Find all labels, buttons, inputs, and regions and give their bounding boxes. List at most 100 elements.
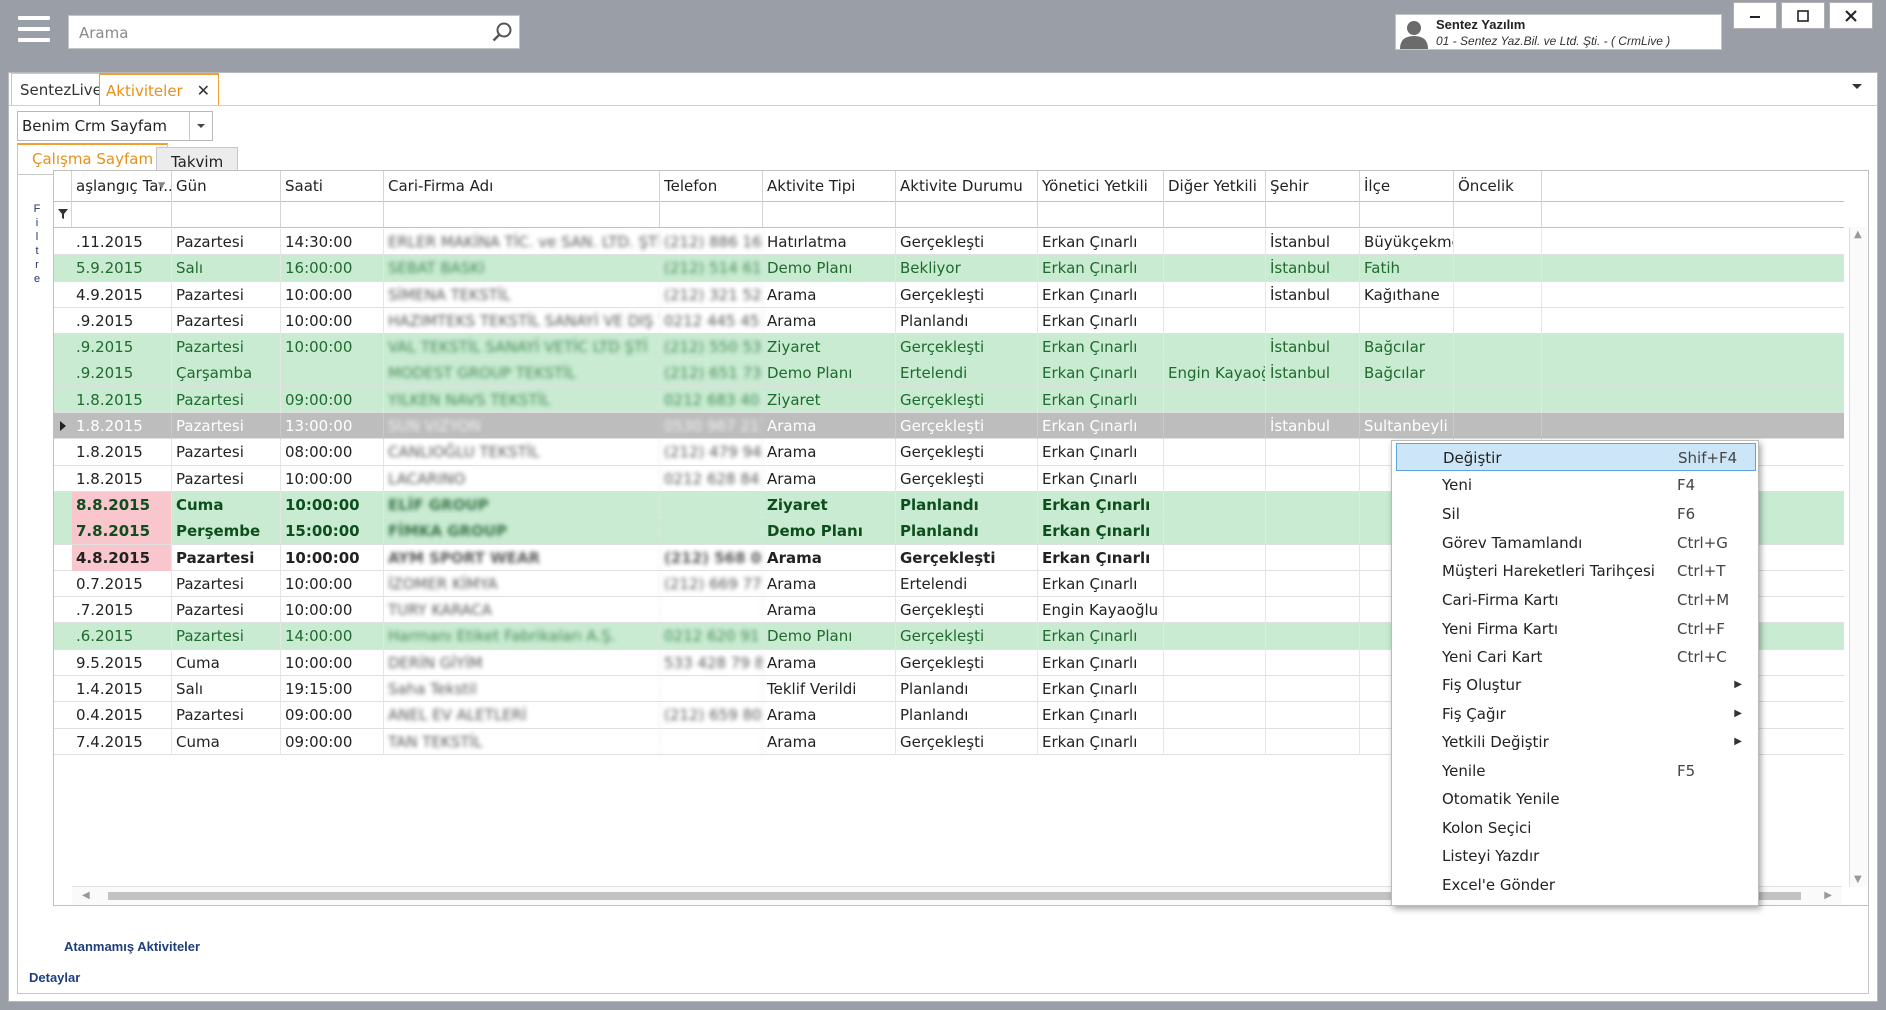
menu-item[interactable]: Cari-Firma Kartı Ctrl+M	[1396, 586, 1756, 614]
menu-item[interactable]: Kolon Seçici	[1396, 814, 1756, 842]
row-indicator[interactable]	[54, 387, 72, 413]
row-indicator[interactable]	[54, 334, 72, 360]
unassigned-activities-link[interactable]: Atanmamış Aktiviteler	[64, 939, 200, 954]
column-header[interactable]: Diğer Yetkili	[1164, 171, 1266, 201]
menu-item[interactable]: Sil F6	[1396, 500, 1756, 528]
table-cell: Arama	[763, 597, 896, 624]
column-filter-cell[interactable]	[1038, 201, 1164, 227]
row-indicator[interactable]	[54, 360, 72, 386]
column-filter-cell[interactable]	[384, 201, 660, 227]
table-row[interactable]: .11.2015 Pazartesi 14:30:00 ERLER MAKİNA Tİ…	[54, 229, 1844, 256]
menu-item[interactable]: Listeyi Yazdır	[1396, 842, 1756, 870]
menu-item[interactable]: Yenile F5	[1396, 757, 1756, 785]
table-row[interactable]: 4.9.2015 Pazartesi 10:00:00 SİMENA TEKSTİL(…	[54, 281, 1844, 308]
menu-item[interactable]: Yetkili Değiştir ▶	[1396, 728, 1756, 756]
sort-desc-icon[interactable]: ▼	[158, 171, 165, 201]
vertical-scrollbar[interactable]: ▲ ▼	[1849, 227, 1868, 887]
search-box[interactable]	[68, 15, 520, 49]
column-header[interactable]: Şehir	[1266, 171, 1360, 201]
row-indicator[interactable]	[54, 492, 72, 518]
table-cell: 16:00:00	[281, 255, 384, 282]
table-cell: Erkan Çınarlı	[1038, 465, 1164, 492]
menu-item[interactable]: Fiş Oluştur ▶	[1396, 671, 1756, 699]
row-indicator[interactable]	[54, 729, 72, 755]
table-row[interactable]: 5.9.2015 Salı 16:00:00 SEBAT BASKI (212) 514…	[54, 255, 1844, 282]
table-cell: 8.8.2015	[72, 491, 172, 518]
column-filter-cell[interactable]	[660, 201, 763, 227]
hamburger-menu-icon[interactable]	[18, 16, 50, 48]
row-indicator[interactable]	[54, 571, 72, 597]
scroll-down-icon[interactable]: ▼	[1854, 874, 1862, 885]
row-indicator[interactable]	[54, 439, 72, 465]
page-selector[interactable]: Benim Crm Sayfam	[17, 111, 213, 141]
column-filter-cell[interactable]	[281, 201, 384, 227]
close-tab-icon[interactable]: ✕	[197, 75, 210, 107]
user-info[interactable]: Sentez Yazılım 01 - Sentez Yaz.Bil. ve L…	[1395, 14, 1722, 50]
row-indicator[interactable]	[54, 229, 72, 255]
column-filter-cell[interactable]	[763, 201, 896, 227]
column-filter-cell[interactable]	[172, 201, 281, 227]
column-header[interactable]: Cari-Firma Adı	[384, 171, 660, 201]
column-filter-cell[interactable]	[1164, 201, 1266, 227]
table-row[interactable]: 1.8.2015 Pazartesi 09:00:00 YILKEN NAVS TEK…	[54, 386, 1844, 414]
column-filter-cell[interactable]	[72, 201, 172, 227]
row-indicator[interactable]	[54, 518, 72, 544]
maximize-button[interactable]	[1781, 2, 1825, 29]
search-icon[interactable]	[491, 21, 513, 43]
row-indicator[interactable]	[54, 676, 72, 702]
menu-item[interactable]: Otomatik Yenile	[1396, 785, 1756, 813]
row-indicator-arrow-icon[interactable]	[54, 413, 72, 439]
row-indicator[interactable]	[54, 623, 72, 649]
close-window-button[interactable]	[1829, 2, 1873, 29]
column-header[interactable]: aşlangıç Tar... ▼	[72, 171, 172, 201]
table-row[interactable]: .9.2015 Pazartesi 10:00:00 VAL TEKSTİL SANA…	[54, 334, 1844, 361]
column-header[interactable]: Telefon	[660, 171, 763, 201]
menu-item[interactable]: Yeni Cari Kart Ctrl+C	[1396, 643, 1756, 671]
column-header[interactable]: Saati	[281, 171, 384, 201]
minimize-button[interactable]	[1733, 2, 1777, 29]
column-header[interactable]: İlçe	[1360, 171, 1454, 201]
menu-item[interactable]: Müşteri Hareketleri Tarihçesi Ctrl+T	[1396, 557, 1756, 585]
row-indicator[interactable]	[54, 545, 72, 571]
column-header[interactable]: Gün	[172, 171, 281, 201]
menu-item[interactable]: Yeni F4	[1396, 471, 1756, 499]
column-filter-cell[interactable]	[896, 201, 1038, 227]
menu-item[interactable]: Excel'e Gönder	[1396, 871, 1756, 899]
scroll-left-icon[interactable]: ◀	[82, 890, 90, 901]
menu-item[interactable]: Yeni Firma Kartı Ctrl+F	[1396, 615, 1756, 643]
row-indicator[interactable]	[54, 255, 72, 281]
row-indicator[interactable]	[54, 702, 72, 728]
column-header[interactable]: Aktivite Durumu	[896, 171, 1038, 201]
column-header[interactable]: Aktivite Tipi	[763, 171, 896, 201]
column-filter-cell[interactable]	[1266, 201, 1360, 227]
table-row[interactable]: .9.2015 Pazartesi 10:00:00 HAZIMTEKS TEKSTİ…	[54, 307, 1844, 335]
row-indicator[interactable]	[54, 650, 72, 676]
table-cell: 09:00:00	[281, 702, 384, 729]
menu-item[interactable]: Değiştir Shif+F4	[1396, 443, 1756, 471]
tab-aktiviteler[interactable]: Aktiviteler ✕	[99, 73, 219, 105]
row-indicator[interactable]	[54, 308, 72, 334]
filter-side-tab[interactable]: Filtre	[23, 203, 43, 287]
scroll-right-icon[interactable]: ▶	[1824, 890, 1832, 901]
table-row[interactable]: 1.8.2015 Pazartesi 13:00:00 SUN VIZYON 0530 …	[54, 413, 1844, 440]
table-cell: 14:00:00	[281, 623, 384, 650]
column-header[interactable]: Yönetici Yetkili	[1038, 171, 1164, 201]
row-indicator[interactable]	[54, 466, 72, 492]
menu-item[interactable]: Fiş Çağır ▶	[1396, 700, 1756, 728]
menu-item[interactable]: Görev Tamamlandı Ctrl+G	[1396, 529, 1756, 557]
tab-sentezlive[interactable]: SentezLive	[11, 73, 111, 105]
column-filter-cell[interactable]	[1360, 201, 1454, 227]
page-selector-dropdown[interactable]	[189, 112, 212, 140]
tab-list-dropdown-icon[interactable]	[1851, 83, 1863, 91]
table-cell: Erkan Çınarlı	[1038, 702, 1164, 729]
table-cell	[1164, 281, 1266, 308]
row-indicator[interactable]	[54, 597, 72, 623]
details-link[interactable]: Detaylar	[29, 970, 80, 985]
column-header[interactable]: Öncelik	[1454, 171, 1542, 201]
table-row[interactable]: .9.2015 Çarşamba MODEST GROUP TEKSTİL (212)…	[54, 360, 1844, 387]
scroll-up-icon[interactable]: ▲	[1854, 229, 1862, 240]
column-filter-cell[interactable]	[1454, 201, 1542, 227]
filter-row-icon[interactable]	[54, 201, 72, 227]
search-input[interactable]	[77, 17, 481, 49]
row-indicator[interactable]	[54, 282, 72, 308]
